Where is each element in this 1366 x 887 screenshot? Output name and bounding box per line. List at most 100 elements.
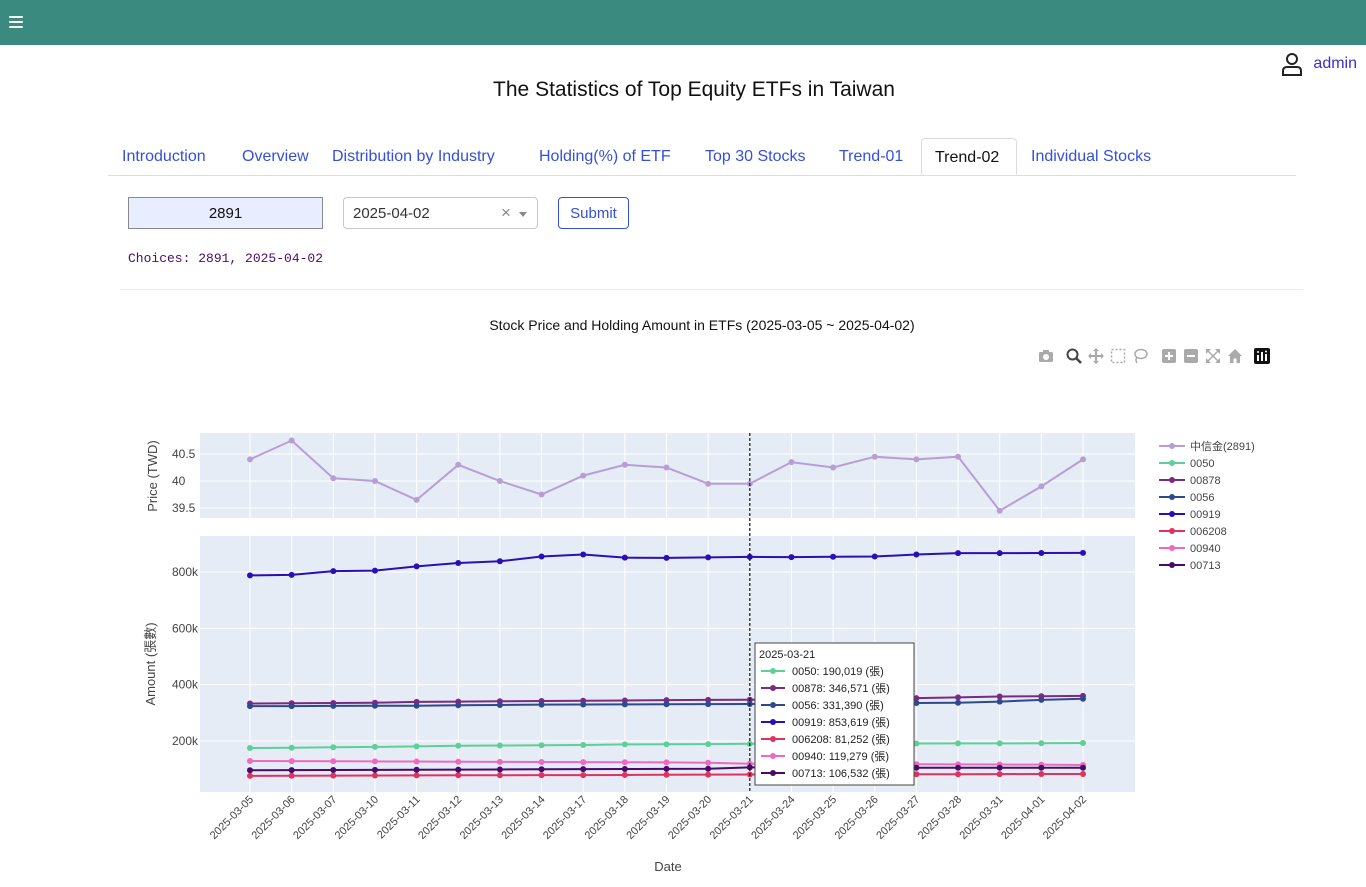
amount-series-00713-point xyxy=(496,766,503,773)
amount-series-0050-point xyxy=(955,740,962,747)
lasso-select-icon[interactable] xyxy=(1132,348,1148,364)
plotly-logo-icon[interactable] xyxy=(1254,348,1270,364)
amount-series-00919-point xyxy=(288,571,295,578)
camera-icon[interactable] xyxy=(1038,348,1054,364)
amount-series-00919-point xyxy=(830,553,837,560)
zoom-in-icon[interactable] xyxy=(1161,348,1177,364)
legend-swatch-point xyxy=(1169,545,1175,551)
amount-series-006208-point xyxy=(538,772,545,779)
amount-series-006208-point xyxy=(1038,771,1045,778)
legend-swatch-point xyxy=(1169,528,1175,534)
zoom-icon[interactable] xyxy=(1066,348,1082,364)
amount-series-0050-point xyxy=(1038,740,1045,747)
amount-series-00713-point xyxy=(580,766,587,773)
hover-row-text: 0056: 331,390 (張) xyxy=(792,699,884,712)
price-series-2891-point xyxy=(496,478,503,484)
x-tick-label: 2025-03-28 xyxy=(916,794,964,842)
amount-series-0056-point xyxy=(330,702,337,709)
amount-series-00940-point xyxy=(288,758,295,765)
price-series-2891-point xyxy=(705,480,712,487)
amount-series-00919-point xyxy=(247,572,253,579)
chart-title: Stock Price and Holding Amount in ETFs (… xyxy=(489,317,914,333)
hover-row-text: 00713: 106,532 (張) xyxy=(792,767,890,780)
legend-swatch-point xyxy=(1169,477,1175,483)
hover-row-swatch-point xyxy=(770,719,776,725)
x-tick-label: 2025-03-10 xyxy=(333,794,381,842)
price-series-2891-point xyxy=(871,453,878,460)
autoscale-icon[interactable] xyxy=(1205,348,1221,364)
amount-series-00713-point xyxy=(288,767,295,774)
amount-series-00919-point xyxy=(371,567,378,574)
price-series-2891-point xyxy=(413,496,420,503)
price-series-2891-point xyxy=(621,461,628,468)
hover-tooltip-date: 2025-03-21 xyxy=(759,649,815,661)
price-tick-label: 40.5 xyxy=(172,447,196,461)
amount-series-00713-point xyxy=(663,765,670,772)
amount-series-0056-point xyxy=(288,703,295,710)
zoom-out-icon[interactable] xyxy=(1183,348,1199,364)
legend-label: 00878 xyxy=(1190,475,1221,487)
amount-series-006208-point xyxy=(621,771,628,778)
amount-series-0056-point xyxy=(413,702,420,709)
amount-series-00919-point xyxy=(621,554,628,561)
price-series-2891-point xyxy=(247,456,253,463)
box-select-icon[interactable] xyxy=(1110,348,1126,364)
amount-series-0050-point xyxy=(247,745,253,752)
amount-series-00940-point xyxy=(330,758,337,765)
price-series-2891-point xyxy=(288,437,295,444)
amount-series-00919-point xyxy=(496,558,503,565)
amount-series-0056-point xyxy=(705,701,712,708)
amount-series-00878-point xyxy=(955,694,962,701)
legend-label: 00940 xyxy=(1190,543,1221,555)
price-series-2891-point xyxy=(663,464,670,471)
hover-row-swatch-point xyxy=(770,685,776,691)
x-tick-label: 2025-03-12 xyxy=(416,794,464,842)
hover-row-text: 0050: 190,019 (張) xyxy=(792,665,884,678)
amount-series-00713-point xyxy=(621,766,628,773)
reset-axes-icon[interactable] xyxy=(1227,348,1243,364)
x-tick-label: 2025-04-02 xyxy=(1041,794,1089,842)
x-tick-label: 2025-03-21 xyxy=(708,794,756,842)
amount-series-006208-point xyxy=(455,772,462,779)
amount-series-0056-point xyxy=(1038,696,1045,703)
amount-series-006208-point xyxy=(705,771,712,778)
price-series-2891-point xyxy=(538,491,545,498)
x-tick-label: 2025-03-07 xyxy=(291,794,339,842)
amount-series-00713-point xyxy=(538,766,545,773)
amount-tick-label: 200k xyxy=(172,734,199,748)
amount-series-0050-point xyxy=(1080,739,1086,746)
price-series-2891-point xyxy=(788,459,795,466)
amount-series-006208-point xyxy=(371,772,378,779)
amount-tick-label: 600k xyxy=(172,621,199,635)
legend-swatch-point xyxy=(1169,460,1175,466)
amount-series-00919-point xyxy=(580,551,587,558)
amount-series-0050-point xyxy=(496,742,503,749)
hover-tooltip-box xyxy=(754,642,915,786)
price-series-2891-point xyxy=(580,472,587,479)
price-series-2891-point xyxy=(455,461,462,468)
x-tick-label: 2025-03-05 xyxy=(208,794,256,842)
amount-series-00919-point xyxy=(1038,549,1045,556)
amount-series-0050-point xyxy=(330,744,337,751)
amount-series-0056-point xyxy=(580,701,587,708)
price-amount-chart[interactable]: Stock Price and Holding Amount in ETFs (… xyxy=(0,0,1366,887)
hover-row-swatch-point xyxy=(770,770,776,776)
price-tick-label: 39.5 xyxy=(172,501,196,515)
amount-series-0050-point xyxy=(371,743,378,750)
amount-series-006208-point xyxy=(247,772,253,779)
amount-series-00940-point xyxy=(621,759,628,766)
pan-icon[interactable] xyxy=(1088,348,1104,364)
amount-series-00940-point xyxy=(705,759,712,766)
x-tick-label: 2025-03-17 xyxy=(541,794,589,842)
amount-series-0050-point xyxy=(288,744,295,751)
amount-series-00713-point xyxy=(705,765,712,772)
amount-series-0050-point xyxy=(413,743,420,750)
legend-label: 00713 xyxy=(1190,560,1221,572)
price-tick-label: 40 xyxy=(172,474,186,488)
x-tick-label: 2025-03-14 xyxy=(499,794,547,842)
amount-series-00713-point xyxy=(955,764,962,771)
amount-series-00919-point xyxy=(538,553,545,560)
x-tick-label: 2025-03-19 xyxy=(624,794,672,842)
amount-series-0056-point xyxy=(371,702,378,709)
amount-series-0050-point xyxy=(538,742,545,749)
